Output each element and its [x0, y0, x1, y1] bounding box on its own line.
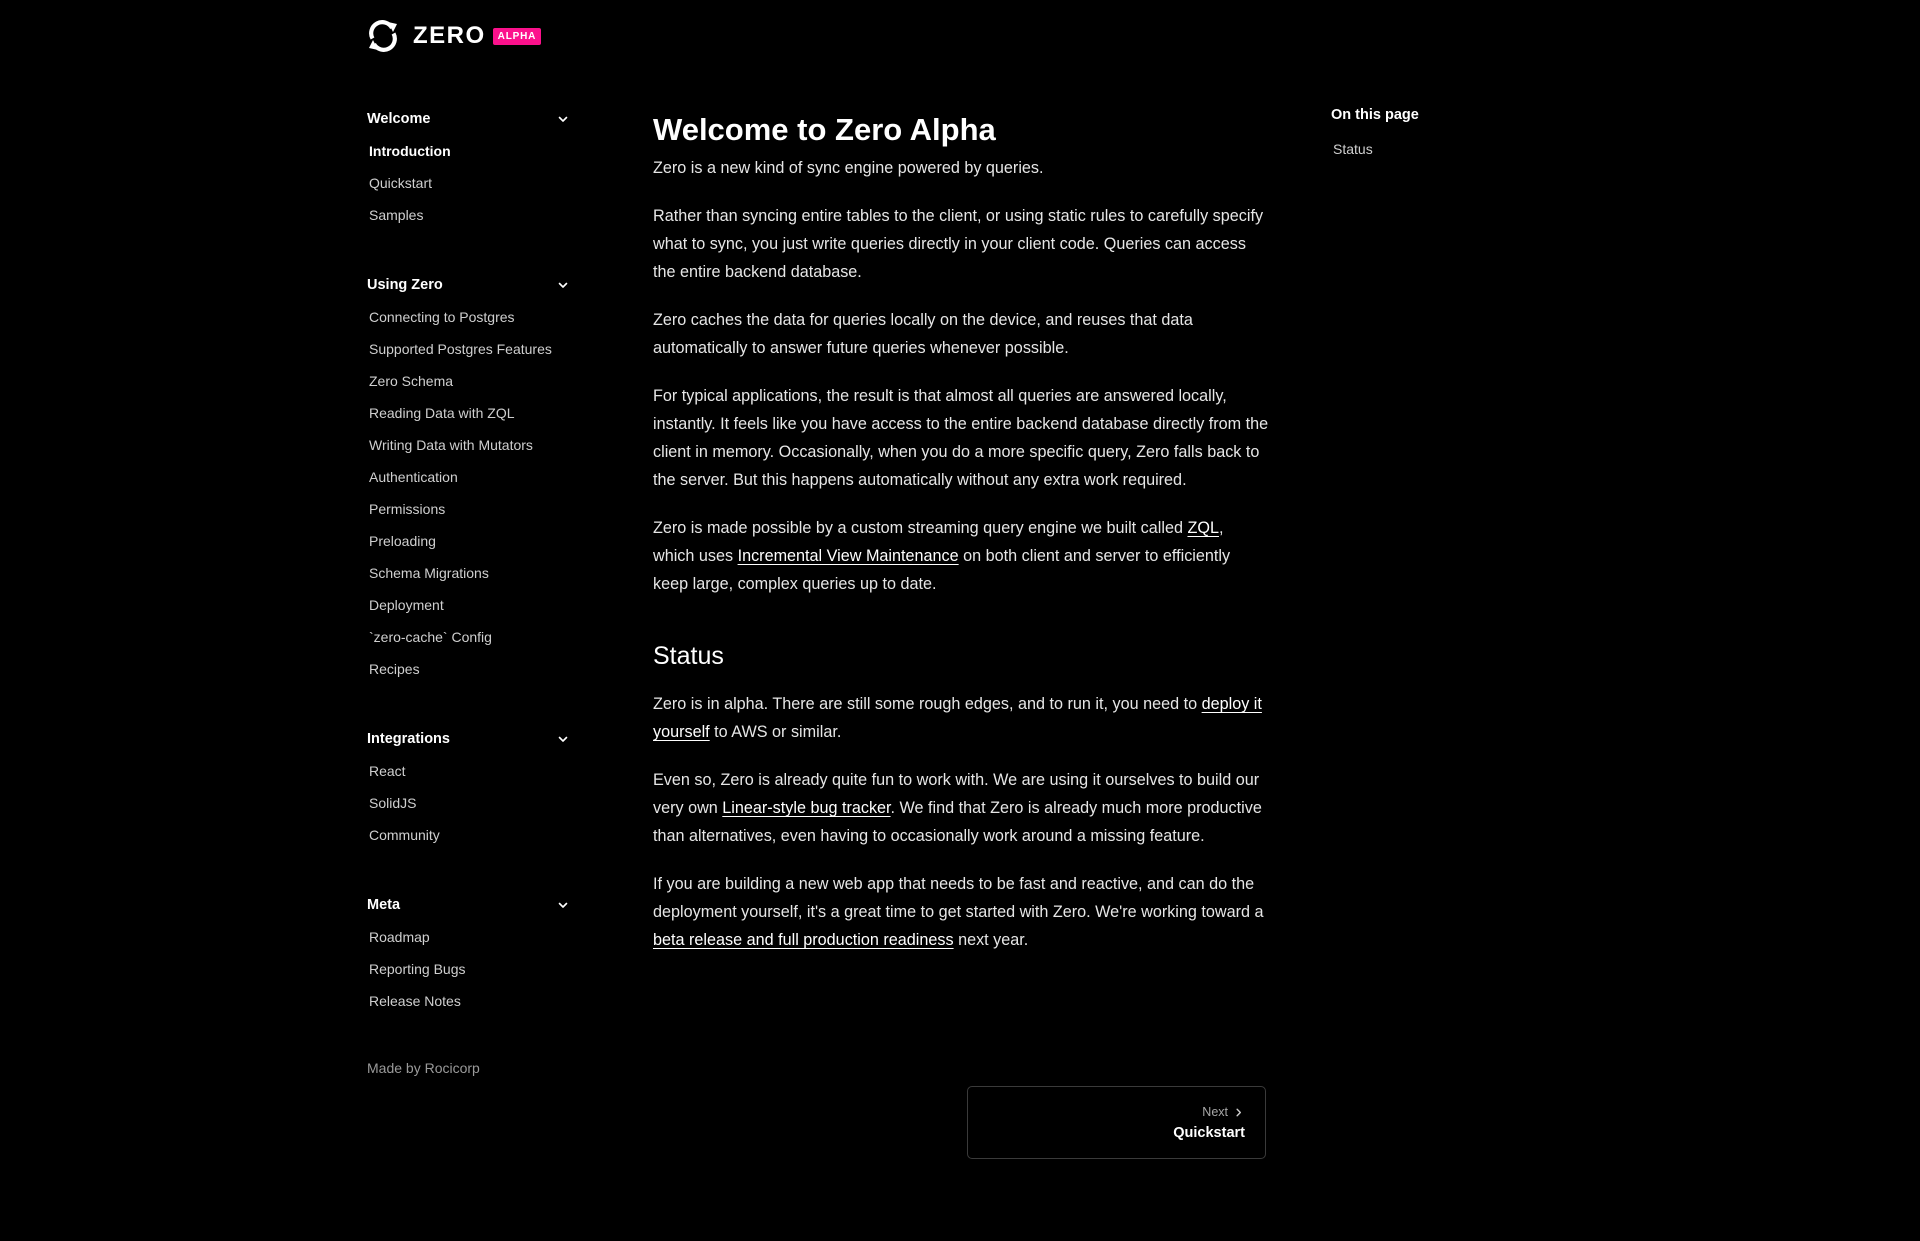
nav-section-welcome: Welcome Introduction Quickstart Samples: [367, 108, 571, 236]
made-by-footer[interactable]: Made by Rocicorp: [367, 1060, 480, 1076]
sidebar-item-authentication[interactable]: Authentication: [369, 466, 571, 498]
sidebar-item-react[interactable]: React: [369, 760, 571, 792]
page-title: Welcome to Zero Alpha: [653, 112, 996, 147]
sidebar-item-deployment[interactable]: Deployment: [369, 594, 571, 626]
sidebar-item-reading-data-with-zql[interactable]: Reading Data with ZQL: [369, 402, 571, 434]
beta-release-link[interactable]: beta release and full production readine…: [653, 931, 954, 949]
sidebar-item-solidjs[interactable]: SolidJS: [369, 792, 571, 824]
sidebar-item-roadmap[interactable]: Roadmap: [369, 926, 571, 958]
toc-item-status[interactable]: Status: [1333, 138, 1551, 160]
sidebar-item-schema-migrations[interactable]: Schema Migrations: [369, 562, 571, 594]
chevron-right-icon: [1236, 1108, 1242, 1116]
on-this-page: On this page Status: [1331, 104, 1551, 160]
sidebar-item-writing-data-with-mutators[interactable]: Writing Data with Mutators: [369, 434, 571, 466]
paragraph-caching: Zero caches the data for queries locally…: [653, 311, 1193, 357]
nav-section-integrations: Integrations React SolidJS Community: [367, 728, 571, 856]
nav-section-header-using-zero[interactable]: Using Zero: [367, 274, 571, 296]
text: Zero is made possible by a custom stream…: [653, 519, 1188, 537]
nav-section-header-integrations[interactable]: Integrations: [367, 728, 571, 750]
nav-section-title: Meta: [367, 897, 401, 913]
logo[interactable]: ZERO ALPHA: [366, 19, 542, 53]
bug-tracker-link[interactable]: Linear-style bug tracker: [722, 799, 890, 817]
nav-section-header-meta[interactable]: Meta: [367, 894, 571, 916]
paragraph-syncing: Rather than syncing entire tables to the…: [653, 207, 1264, 281]
sync-arrows-icon: [369, 20, 397, 52]
chevron-down-icon[interactable]: [557, 733, 569, 745]
nav-section-meta: Meta Roadmap Reporting Bugs Release Note…: [367, 894, 571, 1022]
sidebar-item-release-notes[interactable]: Release Notes: [369, 990, 571, 1022]
sidebar-item-recipes[interactable]: Recipes: [369, 658, 571, 690]
chevron-down-icon[interactable]: [557, 113, 569, 125]
next-page-title: Quickstart: [1173, 1125, 1245, 1141]
nav-section-using-zero: Using Zero Connecting to Postgres Suppor…: [367, 274, 571, 690]
sidebar-item-reporting-bugs[interactable]: Reporting Bugs: [369, 958, 571, 990]
next-page-card[interactable]: Next Quickstart: [967, 1086, 1266, 1159]
chevron-down-icon[interactable]: [557, 279, 569, 291]
next-label-row: Next: [1202, 1105, 1244, 1119]
paragraph-zql: Zero is made possible by a custom stream…: [653, 514, 1269, 598]
sidebar-item-supported-postgres-features[interactable]: Supported Postgres Features: [369, 338, 571, 370]
text: Zero is in alpha. There are still some r…: [653, 695, 1202, 713]
nav-section-title: Integrations: [367, 731, 450, 747]
next-label: Next: [1202, 1105, 1228, 1119]
paragraph-alpha: Zero is in alpha. There are still some r…: [653, 690, 1269, 746]
main-content: Welcome to Zero Alpha Zero is a new kind…: [653, 108, 1269, 974]
nav-section-title: Using Zero: [367, 277, 443, 293]
sidebar-item-quickstart[interactable]: Quickstart: [369, 172, 571, 204]
paragraph-bug-tracker: Even so, Zero is already quite fun to wo…: [653, 766, 1269, 850]
zql-link[interactable]: ZQL: [1187, 519, 1218, 537]
text: to AWS or similar.: [709, 723, 842, 741]
sidebar-nav: Welcome Introduction Quickstart Samples …: [367, 108, 571, 1060]
incremental-view-maintenance-link[interactable]: Incremental View Maintenance: [738, 547, 959, 565]
intro-paragraph: Zero is a new kind of sync engine powere…: [653, 159, 1044, 177]
text: next year.: [953, 931, 1029, 949]
sidebar-item-permissions[interactable]: Permissions: [369, 498, 571, 530]
alpha-badge: ALPHA: [492, 27, 542, 45]
text: If you are building a new web app that n…: [653, 875, 1264, 921]
sidebar-item-samples[interactable]: Samples: [369, 204, 571, 236]
sidebar-item-introduction[interactable]: Introduction: [369, 140, 571, 172]
paragraph-typical-apps: For typical applications, the result is …: [653, 387, 1269, 489]
sidebar-item-community[interactable]: Community: [369, 824, 571, 856]
sidebar-item-zero-cache-config[interactable]: `zero-cache` Config: [369, 626, 571, 658]
nav-section-header-welcome[interactable]: Welcome: [367, 108, 571, 130]
sidebar-item-zero-schema[interactable]: Zero Schema: [369, 370, 571, 402]
paragraph-get-started: If you are building a new web app that n…: [653, 870, 1269, 954]
toc-title: On this page: [1331, 107, 1419, 123]
sidebar-item-preloading[interactable]: Preloading: [369, 530, 571, 562]
sidebar-item-connecting-to-postgres[interactable]: Connecting to Postgres: [369, 306, 571, 338]
status-heading: Status: [653, 642, 724, 670]
nav-section-title: Welcome: [367, 111, 431, 127]
chevron-down-icon[interactable]: [557, 899, 569, 911]
brand-name: ZERO: [413, 22, 486, 49]
